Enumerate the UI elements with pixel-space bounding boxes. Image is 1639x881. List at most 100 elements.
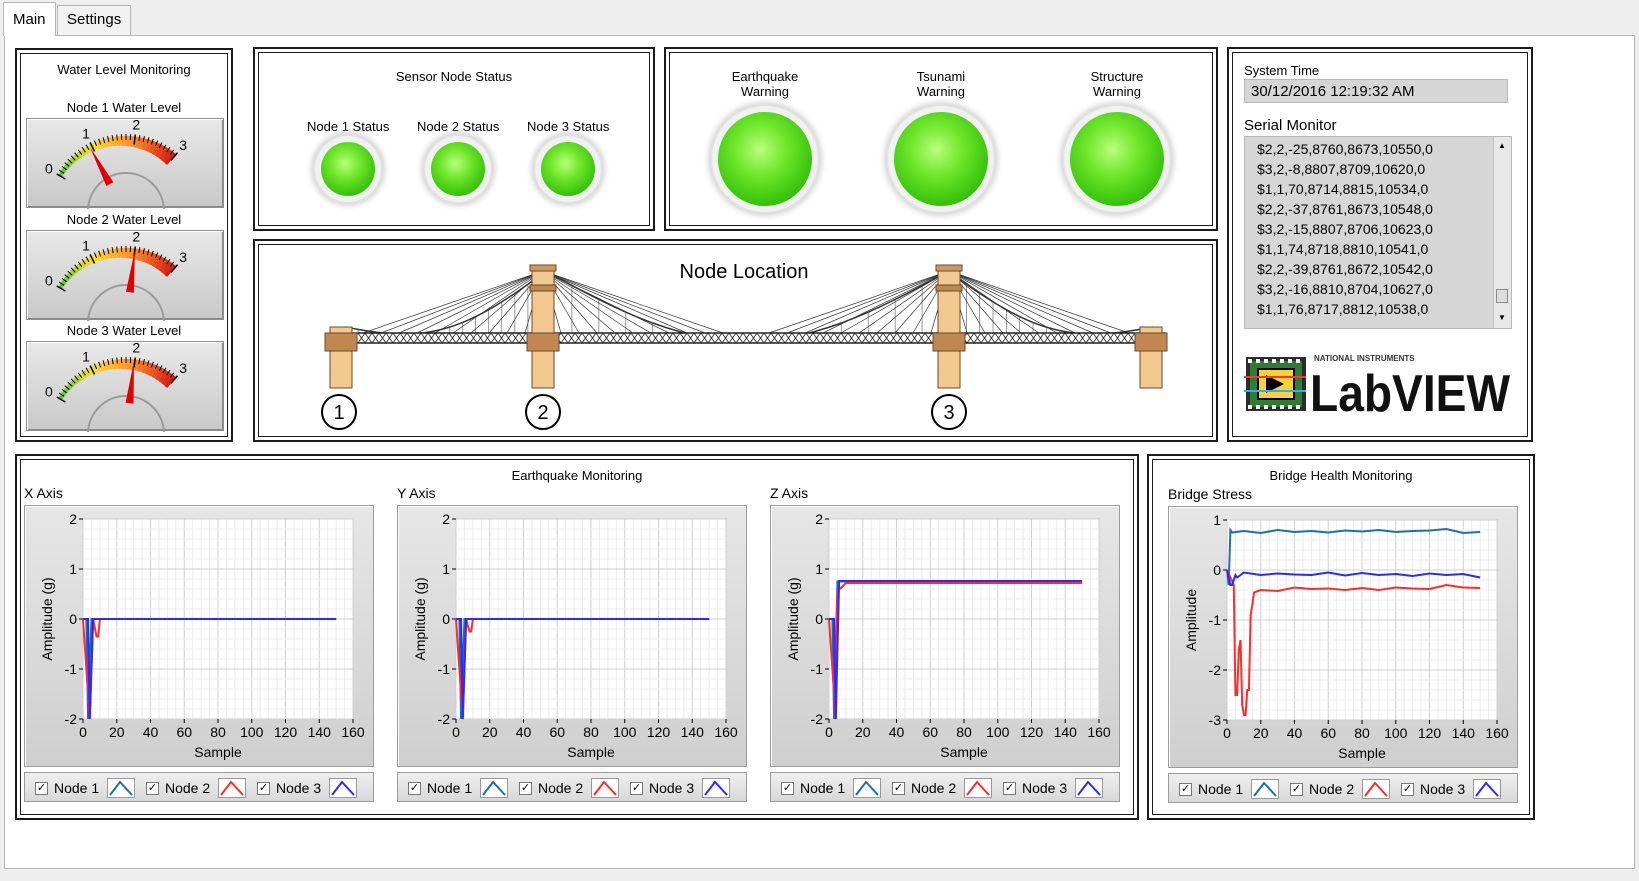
legend-checkbox[interactable]: ✓ [1179, 782, 1192, 796]
legend-plot-swatch-icon[interactable] [329, 778, 358, 798]
serial-monitor-list[interactable]: $2,2,-25,8760,8673,10550,0 $3,2,-8,8807,8… [1244, 136, 1512, 329]
legend-plot-swatch-icon[interactable] [591, 778, 620, 798]
legend-checkbox[interactable]: ✓ [146, 781, 159, 795]
y-tick-label: 1 [69, 561, 77, 577]
legend-item-node-1: ✓ Node 1 [781, 778, 882, 798]
x-tick-label: 80 [1354, 725, 1370, 741]
legend-checkbox[interactable]: ✓ [35, 781, 48, 795]
x-axis-label: Sample [194, 744, 242, 760]
legend-label: Node 1 [1198, 781, 1244, 797]
gauge-tick-label: 2 [132, 342, 140, 356]
x-tick-label: 80 [956, 724, 972, 740]
x-tick-label: 40 [143, 724, 159, 740]
structure-warning-led [1070, 112, 1164, 206]
legend-item-node-3: ✓ Node 3 [257, 778, 358, 798]
serial-monitor-line: $3,2,-15,8807,8706,10623,0 [1257, 221, 1433, 237]
x-axis-label: Sample [1338, 745, 1386, 761]
z-axis-graph[interactable]: 0 20 40 60 80 100 120 140 160 2 1 0 -1 -2 Sample Amplit… [770, 505, 1120, 767]
sensor-status-panel: Sensor Node Status Node 1 Status Node 2 … [253, 47, 655, 231]
x-tick-label: 120 [647, 724, 671, 740]
legend-label: Node 3 [1022, 780, 1068, 796]
node3-water-level-label: Node 3 Water Level [66, 323, 182, 338]
scroll-thumb[interactable] [1496, 289, 1508, 303]
legend-plot-swatch-icon[interactable] [853, 778, 882, 798]
legend-plot-swatch-icon[interactable] [1362, 779, 1391, 799]
legend-item-node-2: ✓ Node 2 [146, 778, 247, 798]
legend-plot-swatch-icon[interactable] [1075, 778, 1104, 798]
legend-label: Node 3 [276, 780, 322, 796]
legend-label: Node 3 [649, 780, 695, 796]
legend-checkbox[interactable]: ✓ [257, 781, 270, 795]
legend-plot-swatch-icon[interactable] [480, 778, 509, 798]
serial-monitor-line: $2,2,-37,8761,8673,10548,0 [1257, 201, 1433, 217]
bridge-stress-chart-title: Bridge Stress [1168, 486, 1253, 502]
x-tick-label: 160 [714, 724, 738, 740]
system-time-display: 30/12/2016 12:19:32 AM [1244, 79, 1508, 103]
x-axis-graph[interactable]: 0 20 40 60 80 100 120 140 160 2 1 0 -1 -2 Sample Amplit… [24, 505, 374, 767]
legend-label: Node 2 [911, 780, 957, 796]
serial-monitor-line: $1,1,70,8714,8815,10534,0 [1257, 181, 1429, 197]
scroll-up-arrow-icon[interactable]: ▲ [1498, 141, 1506, 150]
legend-plot-swatch-icon[interactable] [1251, 779, 1280, 799]
y-axis-legend: ✓ Node 1 ✓ Node 2 ✓ Node 3 [397, 772, 747, 802]
x-tick-label: 20 [1253, 725, 1269, 741]
x-tick-label: 100 [1384, 725, 1408, 741]
legend-checkbox[interactable]: ✓ [781, 781, 794, 795]
system-time-label: System Time [1244, 63, 1320, 78]
tab-settings[interactable]: Settings [57, 5, 132, 35]
gauge-tick-label: 3 [179, 137, 187, 153]
legend-plot-swatch-icon[interactable] [964, 778, 993, 798]
legend-plot-swatch-icon[interactable] [702, 778, 731, 798]
x-tick-label: 140 [1452, 725, 1476, 741]
legend-checkbox[interactable]: ✓ [892, 781, 905, 795]
x-tick-label: 60 [549, 724, 565, 740]
legend-plot-swatch-icon[interactable] [218, 778, 247, 798]
legend-label: Node 1 [427, 780, 473, 796]
x-tick-label: 120 [1418, 725, 1442, 741]
z-axis-chart-title: Z Axis [770, 485, 809, 501]
legend-checkbox[interactable]: ✓ [630, 781, 643, 795]
tab-bar: Main Settings [0, 0, 1639, 36]
tab-main[interactable]: Main [3, 2, 56, 36]
y-tick-label: -2 [438, 711, 451, 727]
x-tick-label: 40 [516, 724, 532, 740]
x-axis-label: Sample [567, 744, 615, 760]
svg-text:LabVIEW: LabVIEW [1310, 365, 1511, 421]
node-location-panel: Node Location 123 [253, 239, 1218, 442]
x-tick-label: 20 [855, 724, 871, 740]
gauge-tick-label: 2 [132, 119, 140, 133]
node3-status-led [541, 142, 595, 196]
legend-label: Node 1 [54, 780, 100, 796]
serial-monitor-line: $3,2,-8,8807,8709,10620,0 [1257, 161, 1426, 177]
legend-checkbox[interactable]: ✓ [519, 781, 532, 795]
legend-checkbox[interactable]: ✓ [1290, 782, 1303, 796]
y-tick-label: -2 [1209, 662, 1222, 678]
x-tick-label: 20 [482, 724, 498, 740]
scroll-down-arrow-icon[interactable]: ▼ [1498, 313, 1506, 322]
y-tick-label: 1 [815, 561, 823, 577]
legend-checkbox[interactable]: ✓ [1401, 782, 1414, 796]
node1-status-led [321, 142, 375, 196]
legend-plot-swatch-icon[interactable] [107, 778, 136, 798]
serial-monitor-label: Serial Monitor [1244, 117, 1337, 134]
gauge-tick-label: 0 [45, 161, 53, 177]
x-tick-label: 60 [922, 724, 938, 740]
y-axis-graph[interactable]: 0 20 40 60 80 100 120 140 160 2 1 0 -1 -2 Sample Amplit… [397, 505, 747, 767]
y-tick-label: 0 [69, 611, 77, 627]
serial-monitor-scrollbar[interactable]: ▲ ▼ [1493, 137, 1511, 328]
bridge-stress-graph[interactable]: 0 20 40 60 80 100 120 140 160 1 0 -1 -2 -3 Sample Ampli… [1168, 506, 1518, 768]
gauge-tick-label: 1 [82, 348, 90, 364]
y-tick-label: -2 [811, 711, 824, 727]
x-axis-chart-title: X Axis [24, 485, 63, 501]
gauge-tick-label: 1 [82, 125, 90, 141]
y-tick-label: -1 [65, 661, 78, 677]
y-axis-label: Amplitude (g) [412, 577, 428, 660]
legend-plot-swatch-icon[interactable] [1473, 779, 1502, 799]
x-tick-label: 140 [308, 724, 332, 740]
legend-checkbox[interactable]: ✓ [408, 781, 421, 795]
system-panel: System Time 30/12/2016 12:19:32 AM Seria… [1227, 47, 1533, 442]
sensor-status-title: Sensor Node Status [395, 69, 513, 84]
legend-checkbox[interactable]: ✓ [1003, 781, 1016, 795]
water-level-title: Water Level Monitoring [57, 62, 191, 77]
node-marker-label-3: 3 [943, 402, 954, 424]
